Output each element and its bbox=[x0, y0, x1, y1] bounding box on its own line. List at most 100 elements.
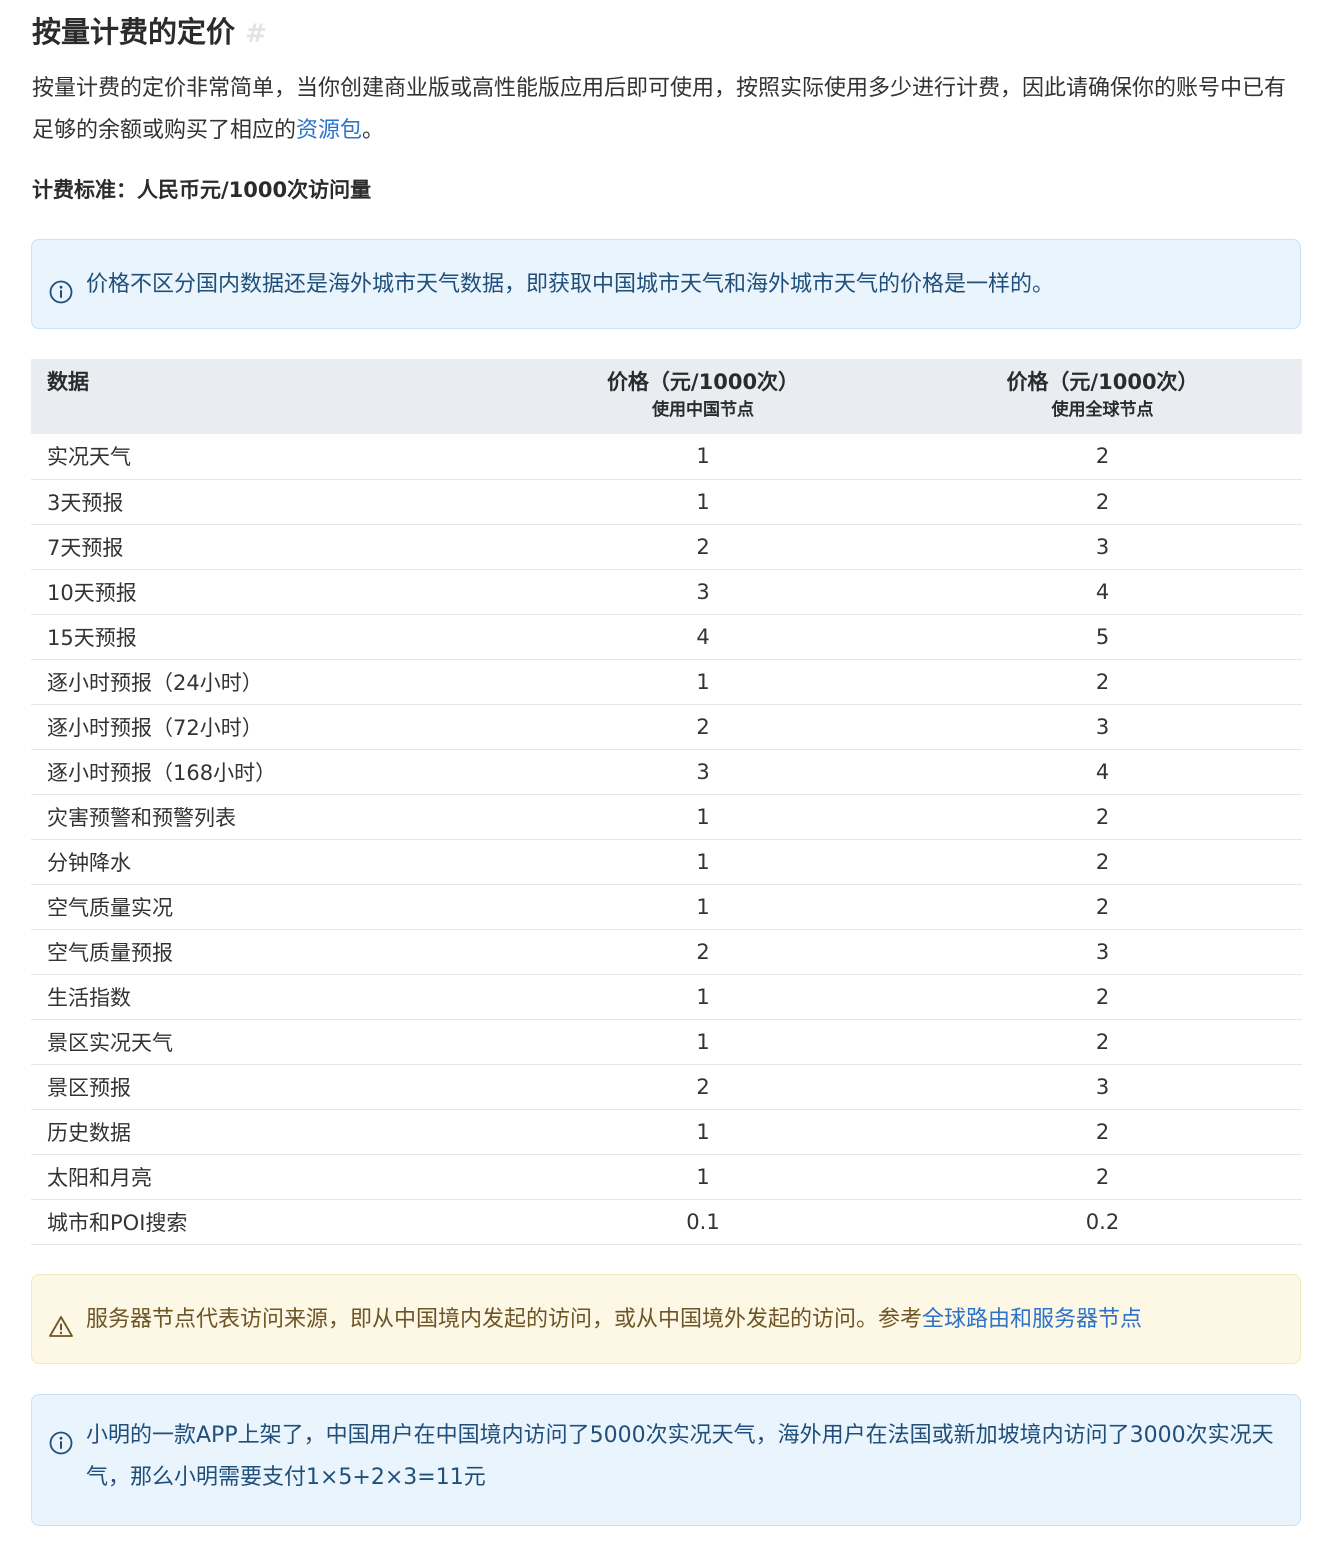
row-price-cn: 1 bbox=[696, 894, 710, 919]
row-price-global: 2 bbox=[1095, 984, 1110, 1009]
row-name: 历史数据 bbox=[47, 1120, 131, 1145]
row-price-global: 2 bbox=[1095, 1119, 1110, 1144]
table-row: 生活指数 1 2 bbox=[31, 974, 1302, 1019]
row-price-global: 2 bbox=[1095, 444, 1110, 469]
row-price-cn: 1 bbox=[696, 849, 710, 874]
row-name: 分钟降水 bbox=[47, 850, 131, 875]
page-title: 按量计费的定价 # bbox=[32, 10, 267, 54]
row-price-cn: 1 bbox=[696, 669, 710, 694]
warning-callout-text: 服务器节点代表访问来源，即从中国境内发起的访问，或从中国境外发起的访问。参考 bbox=[86, 1307, 923, 1332]
table-row: 逐小时预报（24小时） 1 2 bbox=[31, 659, 1302, 704]
warning-triangle-icon bbox=[49, 1316, 73, 1337]
header-price-global: 价格（元/1000次） 使用全球节点 bbox=[903, 359, 1302, 434]
info-circle-icon bbox=[49, 280, 73, 304]
row-price-cn: 1 bbox=[696, 984, 710, 1009]
table-row: 15天预报 4 5 bbox=[31, 614, 1302, 659]
row-price-cn: 3 bbox=[696, 579, 710, 604]
global-routing-link[interactable]: 全球路由和服务器节点 bbox=[922, 1307, 1142, 1332]
table-row: 3天预报 1 2 bbox=[31, 479, 1302, 524]
row-name: 太阳和月亮 bbox=[47, 1165, 152, 1190]
table-row: 实况天气 1 2 bbox=[31, 434, 1302, 479]
table-row: 逐小时预报（72小时） 2 3 bbox=[31, 704, 1302, 749]
row-name: 逐小时预报（72小时） bbox=[47, 715, 263, 740]
heading-anchor-link[interactable]: # bbox=[245, 19, 267, 49]
row-price-global: 2 bbox=[1095, 1029, 1110, 1054]
header-price-cn: 价格（元/1000次） 使用中国节点 bbox=[503, 359, 903, 434]
row-price-global: 2 bbox=[1095, 669, 1110, 694]
row-price-cn: 4 bbox=[696, 624, 710, 649]
info-callout-pricing-region: 价格不区分国内数据还是海外城市天气数据，即获取中国城市天气和海外城市天气的价格是… bbox=[31, 239, 1301, 329]
table-row: 景区预报 2 3 bbox=[31, 1064, 1302, 1109]
row-price-cn: 3 bbox=[696, 759, 710, 784]
table-row: 10天预报 3 4 bbox=[31, 569, 1302, 614]
row-price-global: 3 bbox=[1095, 534, 1110, 559]
row-price-global: 0.2 bbox=[1085, 1209, 1120, 1234]
row-price-global: 2 bbox=[1095, 489, 1110, 514]
example-callout-text: 小明的一款APP上架了，中国用户在中国境内访问了5000次实况天气，海外用户在法… bbox=[86, 1423, 1274, 1490]
row-name: 实况天气 bbox=[47, 445, 131, 470]
table-row: 空气质量实况 1 2 bbox=[31, 884, 1302, 929]
row-price-cn: 1 bbox=[696, 444, 710, 469]
row-name: 城市和POI搜索 bbox=[47, 1210, 188, 1235]
row-price-global: 2 bbox=[1095, 849, 1110, 874]
row-price-global: 3 bbox=[1095, 939, 1110, 964]
row-price-cn: 2 bbox=[696, 939, 710, 964]
row-price-cn: 2 bbox=[696, 714, 710, 739]
resource-pack-link[interactable]: 资源包 bbox=[296, 118, 362, 143]
table-row: 城市和POI搜索 0.1 0.2 bbox=[31, 1199, 1302, 1244]
info-circle-icon bbox=[49, 1431, 73, 1455]
row-price-cn: 2 bbox=[696, 534, 710, 559]
page-title-text: 按量计费的定价 bbox=[32, 15, 236, 49]
intro-text: 按量计费的定价非常简单，当你创建商业版或高性能版应用后即可使用，按照实际使用多少… bbox=[32, 76, 1287, 143]
row-price-global: 4 bbox=[1095, 579, 1110, 604]
table-row: 7天预报 2 3 bbox=[31, 524, 1302, 569]
row-name: 15天预报 bbox=[47, 625, 137, 650]
table-row: 逐小时预报（168小时） 3 4 bbox=[31, 749, 1302, 794]
info-callout-example: 小明的一款APP上架了，中国用户在中国境内访问了5000次实况天气，海外用户在法… bbox=[31, 1394, 1301, 1526]
row-price-global: 3 bbox=[1095, 1074, 1110, 1099]
table-row: 分钟降水 1 2 bbox=[31, 839, 1302, 884]
header-price-global-main: 价格（元/1000次） bbox=[1006, 370, 1199, 394]
row-price-cn: 1 bbox=[696, 489, 710, 514]
header-price-cn-sub: 使用中国节点 bbox=[652, 400, 754, 420]
row-name: 逐小时预报（168小时） bbox=[47, 760, 277, 785]
row-price-global: 2 bbox=[1095, 894, 1110, 919]
row-name: 逐小时预报（24小时） bbox=[47, 670, 263, 695]
row-price-global: 5 bbox=[1095, 624, 1110, 649]
table-row: 历史数据 1 2 bbox=[31, 1109, 1302, 1154]
table-row: 空气质量预报 2 3 bbox=[31, 929, 1302, 974]
table-header-row: 数据 价格（元/1000次） 使用中国节点 价格（元/1000次） 使用全球节点 bbox=[31, 359, 1302, 434]
row-price-cn: 2 bbox=[696, 1074, 710, 1099]
row-price-cn: 1 bbox=[696, 1164, 710, 1189]
row-name: 景区实况天气 bbox=[47, 1030, 173, 1055]
row-price-cn: 1 bbox=[696, 1119, 710, 1144]
billing-standard: 计费标准：人民币元/1000次访问量 bbox=[32, 178, 372, 202]
table-row: 太阳和月亮 1 2 bbox=[31, 1154, 1302, 1199]
pricing-table: 数据 价格（元/1000次） 使用中国节点 价格（元/1000次） 使用全球节点… bbox=[31, 359, 1302, 1245]
row-name: 空气质量实况 bbox=[47, 895, 173, 920]
pricing-page: 按量计费的定价 # 按量计费的定价非常简单，当你创建商业版或高性能版应用后即可使用… bbox=[0, 0, 1332, 1552]
table-row: 灾害预警和预警列表 1 2 bbox=[31, 794, 1302, 839]
row-price-cn: 1 bbox=[696, 804, 710, 829]
row-price-global: 2 bbox=[1095, 804, 1110, 829]
row-name: 3天预报 bbox=[47, 490, 124, 515]
header-price-global-sub: 使用全球节点 bbox=[1051, 400, 1154, 420]
row-price-global: 2 bbox=[1095, 1164, 1110, 1189]
row-name: 空气质量预报 bbox=[47, 940, 173, 965]
row-price-cn: 0.1 bbox=[686, 1209, 720, 1234]
row-price-global: 4 bbox=[1095, 759, 1110, 784]
row-name: 生活指数 bbox=[47, 985, 131, 1010]
intro-paragraph: 按量计费的定价非常简单，当你创建商业版或高性能版应用后即可使用，按照实际使用多少… bbox=[32, 68, 1302, 152]
table-row: 景区实况天气 1 2 bbox=[31, 1019, 1302, 1064]
row-name: 7天预报 bbox=[47, 535, 124, 560]
row-name: 10天预报 bbox=[47, 580, 137, 605]
warning-callout-server-node: 服务器节点代表访问来源，即从中国境内发起的访问，或从中国境外发起的访问。参考全球… bbox=[31, 1274, 1301, 1364]
header-price-cn-main: 价格（元/1000次） bbox=[606, 370, 800, 394]
row-price-global: 3 bbox=[1095, 714, 1110, 739]
intro-tail: 。 bbox=[362, 118, 385, 143]
header-data: 数据 bbox=[47, 370, 89, 394]
row-price-cn: 1 bbox=[696, 1029, 710, 1054]
warning-callout-content: 服务器节点代表访问来源，即从中国境内发起的访问，或从中国境外发起的访问。参考全球… bbox=[86, 1299, 1142, 1341]
row-name: 景区预报 bbox=[47, 1075, 131, 1100]
info-callout-text: 价格不区分国内数据还是海外城市天气数据，即获取中国城市天气和海外城市天气的价格是… bbox=[86, 272, 1055, 297]
